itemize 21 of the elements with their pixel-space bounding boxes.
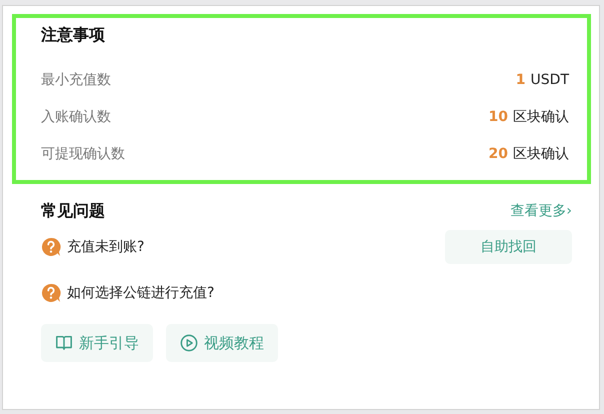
video-button[interactable]: 视频教程 [166, 324, 278, 362]
item-unit: 区块确认 [513, 144, 569, 162]
question-text[interactable]: 如何选择公链进行充值? [67, 284, 572, 302]
item-value: 20 [488, 146, 508, 162]
question-text[interactable]: 充值未到账? [67, 238, 445, 256]
item-unit: USDT [530, 72, 569, 88]
book-icon [55, 334, 73, 352]
item-label: 入账确认数 [41, 108, 112, 126]
item-unit: 区块确认 [513, 108, 569, 126]
item-value: 10 [488, 108, 508, 124]
question-icon [41, 237, 61, 257]
guide-button[interactable]: 新手引导 [41, 324, 153, 362]
section-title: 注意事项 [41, 25, 106, 46]
play-icon [180, 334, 198, 352]
more-link[interactable]: 查看更多› [510, 202, 572, 220]
item-value: 1 [516, 72, 526, 88]
question-icon [41, 283, 61, 303]
item-label: 可提现确认数 [41, 144, 126, 162]
recover-button[interactable]: 自助找回 [445, 230, 572, 264]
item-label: 最小充值数 [41, 70, 112, 88]
section-title: 常见问题 [41, 200, 105, 222]
